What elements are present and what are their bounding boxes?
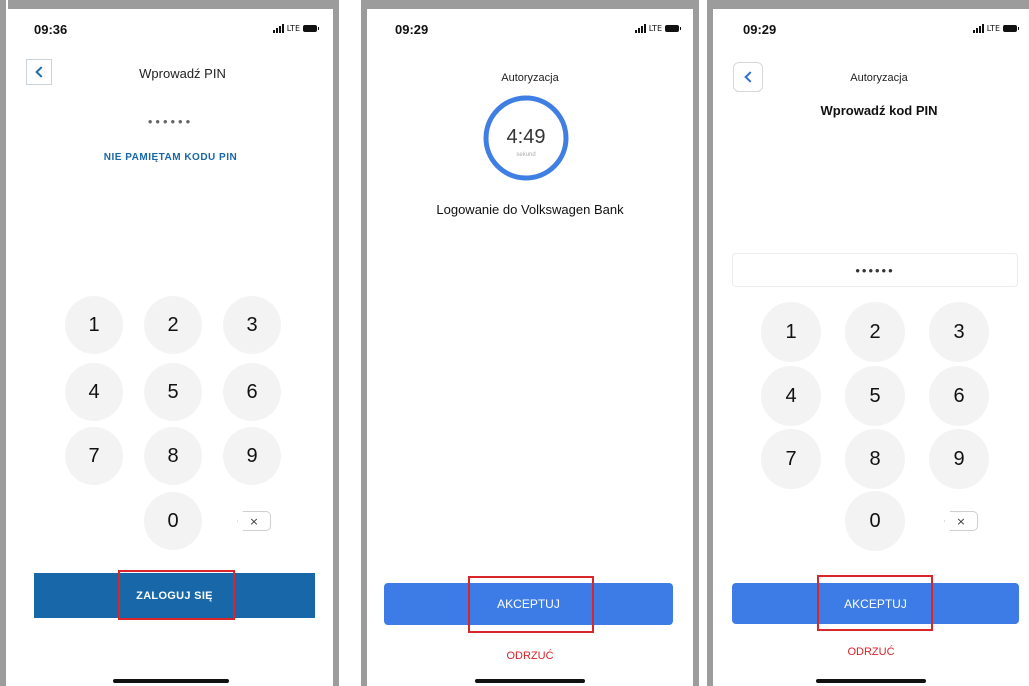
network-label: LTE: [648, 24, 662, 33]
delete-key[interactable]: ×: [944, 511, 978, 531]
key-2[interactable]: 2: [144, 296, 202, 354]
key-0[interactable]: 0: [845, 491, 905, 551]
status-time: 09:36: [34, 22, 68, 37]
screen-divider: [333, 0, 339, 686]
home-indicator: [475, 679, 585, 683]
key-4[interactable]: 4: [761, 366, 821, 426]
pin-input[interactable]: ••••••: [732, 253, 1018, 287]
status-icons: LTE: [634, 24, 681, 33]
highlight-box: [118, 570, 235, 620]
network-label: LTE: [286, 24, 300, 33]
backspace-icon: ×: [956, 514, 966, 528]
key-3[interactable]: 3: [929, 302, 989, 362]
key-9[interactable]: 9: [929, 429, 989, 489]
auth-message: Logowanie do Volkswagen Bank: [436, 202, 624, 217]
reject-button[interactable]: ODRZUĆ: [367, 650, 693, 662]
key-8[interactable]: 8: [144, 427, 202, 485]
signal-icon: [272, 24, 284, 33]
delete-key[interactable]: ×: [237, 511, 271, 531]
status-time: 09:29: [743, 22, 777, 37]
frame-top: [367, 0, 693, 9]
frame-top: [8, 0, 333, 9]
signal-icon: [972, 24, 984, 33]
status-icons: LTE: [272, 24, 319, 33]
screen-authorization-pin: 09:29 LTE Autoryzacja Wprowadź kod PIN •…: [713, 0, 1029, 686]
key-9[interactable]: 9: [223, 427, 281, 485]
network-label: LTE: [986, 24, 1000, 33]
screen-divider: [693, 0, 699, 686]
key-6[interactable]: 6: [929, 366, 989, 426]
battery-icon: [303, 25, 319, 32]
highlight-box: [468, 576, 594, 633]
page-title: Wprowadź PIN: [139, 66, 226, 81]
screen-authorization-timer: 09:29 LTE Autoryzacja 4:49 sekund Logowa…: [367, 0, 693, 686]
key-0[interactable]: 0: [144, 492, 202, 550]
home-indicator: [816, 679, 926, 683]
key-5[interactable]: 5: [845, 366, 905, 426]
key-8[interactable]: 8: [845, 429, 905, 489]
key-1[interactable]: 1: [761, 302, 821, 362]
signal-icon: [634, 24, 646, 33]
key-3[interactable]: 3: [223, 296, 281, 354]
timer-unit: sekund: [516, 152, 536, 158]
status-icons: LTE: [972, 24, 1019, 33]
pin-mask: ••••••: [147, 114, 194, 129]
frame-top: [713, 0, 1029, 9]
backspace-icon: ×: [249, 514, 259, 528]
key-1[interactable]: 1: [65, 296, 123, 354]
key-7[interactable]: 7: [761, 429, 821, 489]
key-2[interactable]: 2: [845, 302, 905, 362]
key-4[interactable]: 4: [65, 363, 123, 421]
battery-icon: [665, 25, 681, 32]
key-7[interactable]: 7: [65, 427, 123, 485]
timer-value: 4:49: [506, 126, 546, 148]
screen-pin-login: 09:36 LTE Wprowadź PIN •••••• NIE PAMIĘT…: [8, 0, 333, 686]
home-indicator: [112, 679, 229, 683]
key-5[interactable]: 5: [144, 363, 202, 421]
forgot-pin-link[interactable]: NIE PAMIĘTAM KODU PIN: [8, 152, 333, 163]
battery-icon: [1003, 25, 1019, 32]
reject-button[interactable]: ODRZUĆ: [713, 646, 1029, 658]
status-time: 09:29: [395, 22, 429, 37]
highlight-box: [817, 575, 933, 631]
page-title: Wprowadź kod PIN: [820, 103, 938, 118]
key-6[interactable]: 6: [223, 363, 281, 421]
header-title: Autoryzacja: [850, 72, 908, 84]
header-title: Autoryzacja: [501, 72, 559, 84]
screen-divider: [0, 0, 6, 686]
